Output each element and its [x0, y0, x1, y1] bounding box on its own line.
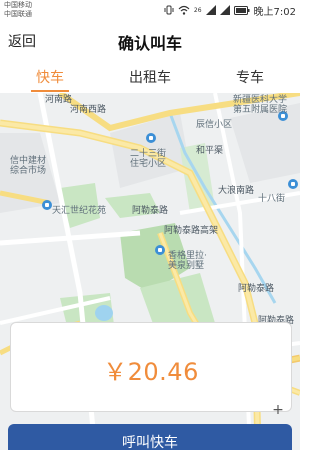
- tab-express[interactable]: 快车: [0, 67, 100, 87]
- map-label-henan-road: 河南路: [45, 95, 73, 105]
- ride-type-tabs: 快车 出租车 专车: [0, 60, 300, 93]
- status-icons: 26 晚上7:02: [164, 3, 296, 18]
- page-title: 确认叫车: [117, 34, 182, 53]
- vibrate-icon: [164, 5, 174, 15]
- map-label-alatai-elevated: 阿勒泰路高架: [164, 226, 219, 236]
- call-express-button[interactable]: 呼叫快车: [8, 424, 292, 450]
- map-label-tianhui: 天汇世纪花苑: [52, 206, 107, 216]
- map-label-shangri-la-2: 美泉别墅: [168, 261, 205, 271]
- map-label-alatai: 阿勒泰路: [132, 206, 169, 216]
- signal-icon-1: [205, 5, 216, 15]
- map-label-henan-west-road: 河南西路: [70, 105, 107, 115]
- villa-poi-icon[interactable]: [155, 245, 165, 255]
- carrier-names: 中国移动 中国联通: [4, 1, 32, 18]
- fare-amount: ￥20.46: [103, 358, 199, 386]
- signal-icon-2: [219, 5, 230, 15]
- map-label-chenxin: 辰信小区: [196, 120, 233, 130]
- carrier-2: 中国联通: [4, 9, 32, 18]
- map-label-hospital-2: 第五附属医院: [233, 105, 288, 115]
- status-bar: 中国移动 中国联通 26 晚上7:02: [0, 0, 300, 20]
- clock: 晚上7:02: [253, 6, 296, 18]
- battery-icon: [233, 5, 250, 15]
- call-button-label: 呼叫快车: [122, 435, 178, 450]
- wifi-icon: [178, 5, 190, 15]
- carrier-1: 中国移动: [4, 1, 32, 9]
- tab-premium[interactable]: 专车: [200, 67, 300, 87]
- map-label-ershisan-2: 住宅小区: [130, 159, 167, 169]
- tab-taxi[interactable]: 出租车: [100, 67, 200, 87]
- garden-poi-icon[interactable]: [42, 200, 52, 210]
- street-poi-icon[interactable]: [288, 179, 298, 189]
- map-label-heping: 和平渠: [196, 146, 224, 156]
- map-label-dajingnan: 大浪南路: [218, 186, 255, 196]
- fare-estimate-card: ￥20.46: [10, 322, 292, 412]
- zoom-in-button[interactable]: +: [271, 403, 285, 417]
- map-label-shiba-jie: 十八街: [258, 194, 286, 204]
- map-label-alatai-2: 阿勒泰路: [238, 284, 275, 294]
- active-tab-indicator: [31, 90, 69, 92]
- map-label-xinzhong-2: 综合市场: [10, 166, 47, 176]
- nav-bar: 返回 确认叫车: [0, 20, 300, 60]
- signal-label: 26: [193, 6, 202, 14]
- residential-poi-icon[interactable]: [146, 133, 156, 143]
